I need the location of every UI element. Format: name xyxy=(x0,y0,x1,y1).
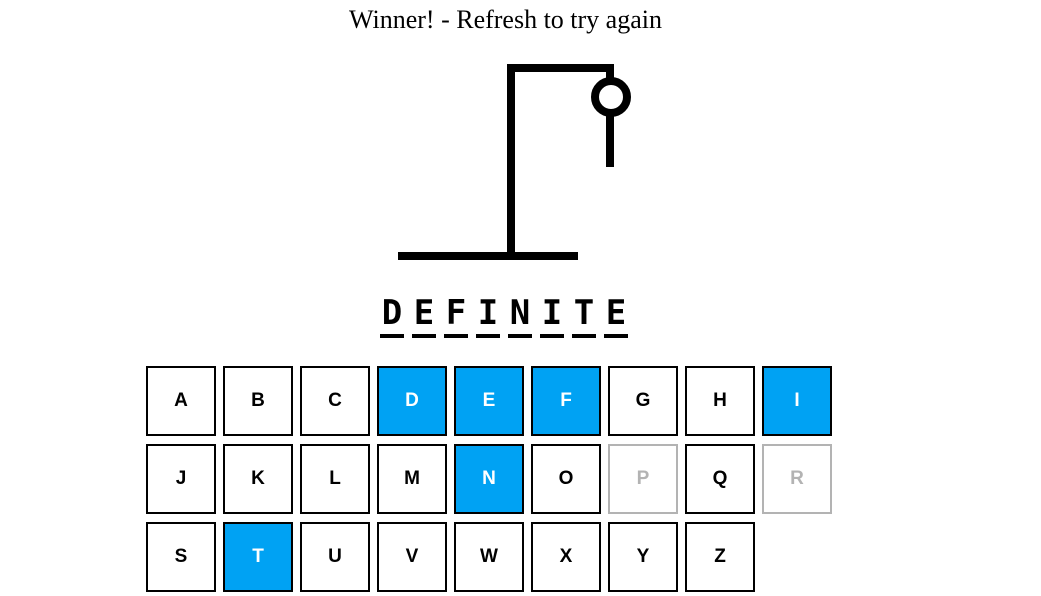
letter-key-t: T xyxy=(223,522,293,592)
letter-key-a[interactable]: A xyxy=(146,366,216,436)
letter-key-q[interactable]: Q xyxy=(685,444,755,514)
word-letter-slot: I xyxy=(476,294,500,338)
letter-key-r: R xyxy=(762,444,832,514)
letter-underline xyxy=(444,334,468,338)
word-letter: E xyxy=(413,293,435,333)
word-letter: I xyxy=(477,293,499,333)
letter-key-v[interactable]: V xyxy=(377,522,447,592)
word-letter-slot: T xyxy=(572,294,596,338)
letter-key-e: E xyxy=(454,366,524,436)
word-letter: D xyxy=(381,293,403,333)
letter-key-k[interactable]: K xyxy=(223,444,293,514)
word-letter-slot: D xyxy=(380,294,404,338)
letter-key-y[interactable]: Y xyxy=(608,522,678,592)
letter-underline xyxy=(508,334,532,338)
hangman-head xyxy=(591,77,631,117)
letter-key-o[interactable]: O xyxy=(531,444,601,514)
letter-key-l[interactable]: L xyxy=(300,444,370,514)
letter-underline xyxy=(572,334,596,338)
word-letter-slot: I xyxy=(540,294,564,338)
letter-key-x[interactable]: X xyxy=(531,522,601,592)
letter-underline xyxy=(540,334,564,338)
word-letter-slot: F xyxy=(444,294,468,338)
letter-underline xyxy=(380,334,404,338)
letter-key-f: F xyxy=(531,366,601,436)
word-letter-slot: E xyxy=(412,294,436,338)
letter-keyboard: ABCDEFGHI JKLMNOPQR STUVWXYZ xyxy=(146,366,876,592)
letter-key-g[interactable]: G xyxy=(608,366,678,436)
letter-key-h[interactable]: H xyxy=(685,366,755,436)
letter-key-z[interactable]: Z xyxy=(685,522,755,592)
letter-key-n: N xyxy=(454,444,524,514)
hangman-drawing xyxy=(398,64,631,260)
letter-key-p: P xyxy=(608,444,678,514)
letter-key-w[interactable]: W xyxy=(454,522,524,592)
letter-key-c[interactable]: C xyxy=(300,366,370,436)
letter-underline xyxy=(476,334,500,338)
letter-underline xyxy=(604,334,628,338)
letter-key-j[interactable]: J xyxy=(146,444,216,514)
word-letter: E xyxy=(605,293,627,333)
word-letter-slot: N xyxy=(508,294,532,338)
word-display: DEFINITE xyxy=(380,294,628,338)
letter-key-i: I xyxy=(762,366,832,436)
word-letter: I xyxy=(541,293,563,333)
letter-key-b[interactable]: B xyxy=(223,366,293,436)
word-letter: T xyxy=(573,293,595,333)
letter-key-m[interactable]: M xyxy=(377,444,447,514)
word-letter: F xyxy=(445,293,467,333)
letter-key-u[interactable]: U xyxy=(300,522,370,592)
letter-underline xyxy=(412,334,436,338)
word-letter: N xyxy=(509,293,531,333)
letter-key-s[interactable]: S xyxy=(146,522,216,592)
letter-key-d: D xyxy=(377,366,447,436)
word-letter-slot: E xyxy=(604,294,628,338)
